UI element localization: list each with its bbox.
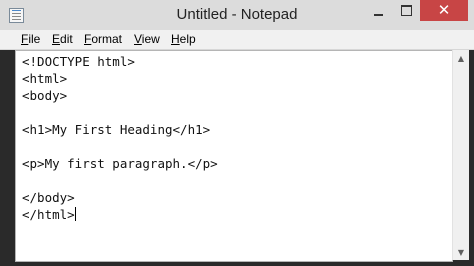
text-caret — [74, 207, 76, 221]
editor-content[interactable]: <!DOCTYPE html> <html> <body> <h1>My Fir… — [22, 53, 218, 223]
chevron-up-icon: ▲ — [457, 53, 465, 63]
menu-help[interactable]: Help — [171, 32, 196, 46]
menu-edit[interactable]: Edit — [52, 32, 73, 46]
scroll-down-button[interactable]: ▼ — [453, 244, 469, 260]
title-bar[interactable]: Untitled - Notepad ✕ — [0, 0, 474, 30]
editor-line: </html> — [22, 207, 75, 222]
editor-line: <!DOCTYPE html> — [22, 54, 135, 69]
editor-line: <p>My first paragraph.</p> — [22, 156, 218, 171]
maximize-icon — [400, 5, 412, 16]
close-button[interactable]: ✕ — [420, 0, 468, 21]
menu-bar: File Edit Format View Help — [0, 30, 474, 50]
vertical-scrollbar[interactable]: ▲ ▼ — [452, 50, 469, 260]
menu-file[interactable]: File — [21, 32, 40, 46]
editor-line: <html> — [22, 71, 68, 86]
editor-line: <h1>My First Heading</h1> — [22, 122, 211, 137]
close-icon: ✕ — [437, 1, 451, 19]
editor-line: <body> — [22, 88, 68, 103]
text-editor[interactable]: <!DOCTYPE html> <html> <body> <h1>My Fir… — [15, 50, 453, 262]
menu-format[interactable]: Format — [84, 32, 122, 46]
editor-line: </body> — [22, 190, 75, 205]
minimize-icon — [373, 13, 383, 16]
minimize-button[interactable] — [363, 0, 393, 21]
maximize-button[interactable] — [391, 0, 421, 21]
scroll-up-button[interactable]: ▲ — [453, 50, 469, 66]
menu-view[interactable]: View — [134, 32, 160, 46]
chevron-down-icon: ▼ — [457, 247, 465, 257]
notepad-window: Untitled - Notepad ✕ File Edit Format Vi… — [0, 0, 474, 266]
